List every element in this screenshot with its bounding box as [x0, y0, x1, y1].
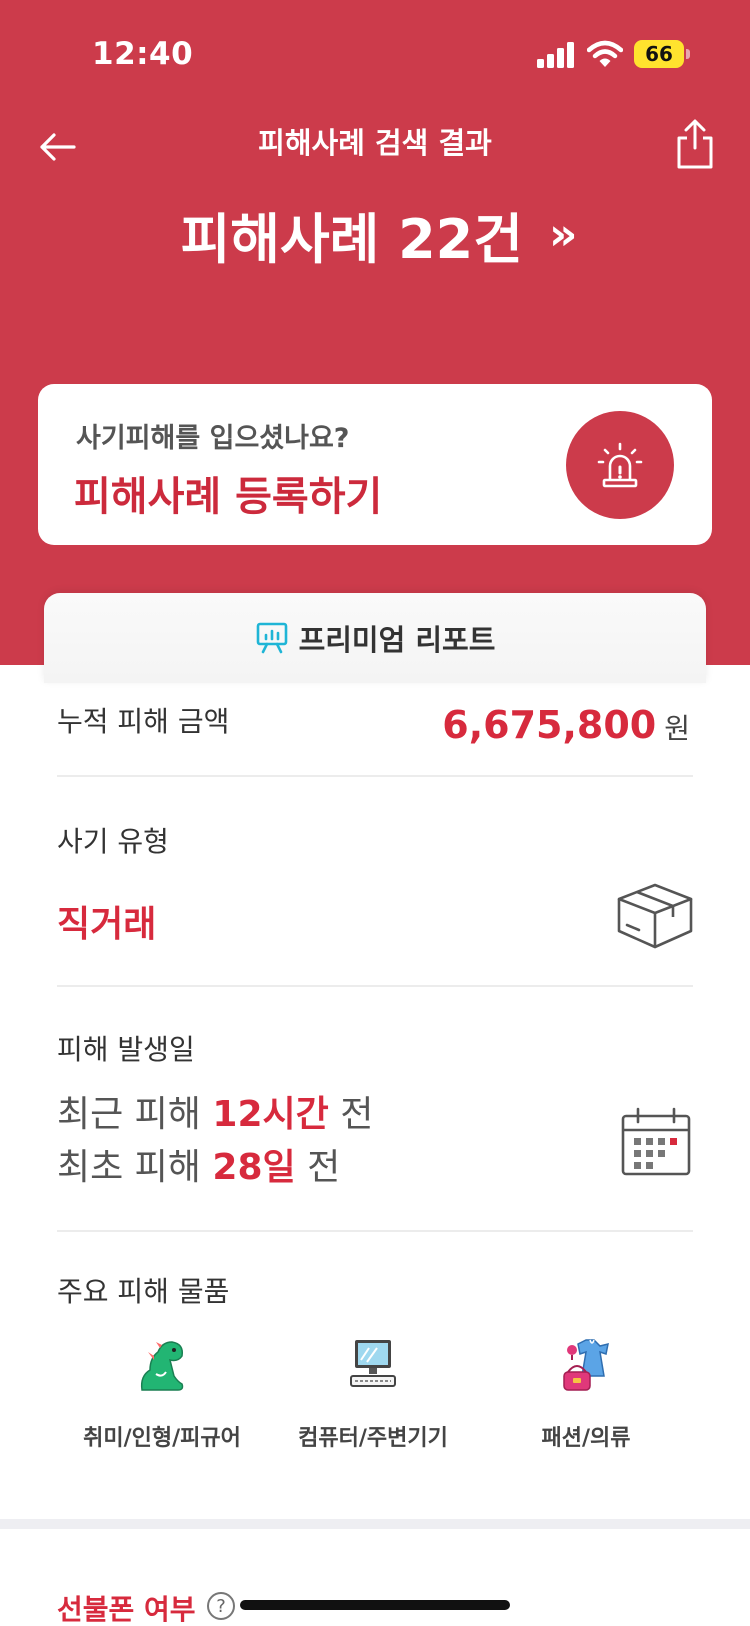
first-damage-line: 최초 피해 28일 전	[57, 1138, 340, 1190]
item-computer: 컴퓨터/주변기기	[273, 1336, 473, 1452]
calendar-icon	[621, 1107, 691, 1176]
home-indicator	[240, 1600, 510, 1610]
first-prefix: 최초 피해	[57, 1147, 201, 1188]
recent-prefix: 최근 피해	[57, 1094, 201, 1135]
item-name: 패션/의류	[541, 1426, 631, 1451]
amount-number: 6,675,800	[442, 703, 657, 747]
amount-unit: 원	[664, 712, 690, 745]
recent-suffix: 전	[340, 1094, 374, 1135]
help-icon[interactable]: ?	[207, 1592, 235, 1620]
presentation-chart-icon	[256, 622, 287, 654]
item-fashion: 패션/의류	[486, 1336, 686, 1452]
amount-label: 누적 피해 금액	[57, 705, 230, 738]
computer-icon	[350, 1340, 396, 1387]
battery-tip	[686, 49, 690, 59]
share-button[interactable]	[672, 118, 718, 170]
divider	[57, 985, 693, 987]
dinosaur-figure-icon	[140, 1341, 184, 1391]
item-name: 취미/인형/피규어	[83, 1426, 241, 1451]
fraud-type-label: 사기 유형	[57, 825, 169, 858]
recent-damage-line: 최근 피해 12시간 전	[57, 1085, 373, 1137]
status-time: 12:40	[92, 36, 194, 72]
divider	[57, 1230, 693, 1232]
status-bar: 12:40 66	[0, 0, 750, 100]
divider	[57, 775, 693, 777]
register-case-card[interactable]: 사기피해를 입으셨나요? 피해사례 등록하기	[38, 384, 712, 545]
register-title: 피해사례 등록하기	[74, 474, 383, 520]
item-name: 컴퓨터/주변기기	[298, 1426, 448, 1451]
wifi-icon	[587, 40, 623, 67]
section-separator	[0, 1519, 750, 1529]
item-hobby-figure: 취미/인형/피규어	[62, 1336, 262, 1452]
first-value: 28일	[212, 1147, 296, 1188]
prepaid-phone-label: 선불폰 여부	[57, 1593, 196, 1626]
siren-icon	[597, 442, 643, 488]
damage-date-label: 피해 발생일	[57, 1033, 195, 1066]
register-subtitle: 사기피해를 입으셨나요?	[76, 423, 350, 454]
chevron-right-icon: »	[548, 209, 578, 260]
items-label: 주요 피해 물품	[57, 1275, 230, 1308]
tab-premium-label: 프리미엄 리포트	[298, 623, 496, 657]
cellular-signal-icon	[537, 42, 574, 68]
amount-value: 6,675,800 원	[442, 703, 690, 747]
fraud-type-value: 직거래	[57, 904, 157, 945]
tab-premium-report[interactable]: 프리미엄 리포트	[44, 593, 706, 683]
first-suffix: 전	[307, 1147, 341, 1188]
alarm-button	[566, 411, 674, 519]
recent-value: 12시간	[212, 1094, 329, 1135]
case-count-link[interactable]: 피해사례 22건 »	[0, 195, 750, 274]
case-count-text: 피해사례 22건	[180, 208, 523, 271]
package-box-icon	[617, 883, 693, 949]
battery-indicator: 66	[634, 40, 684, 68]
page-title: 피해사례 검색 결과	[258, 126, 492, 160]
fashion-clothing-icon	[563, 1339, 609, 1391]
